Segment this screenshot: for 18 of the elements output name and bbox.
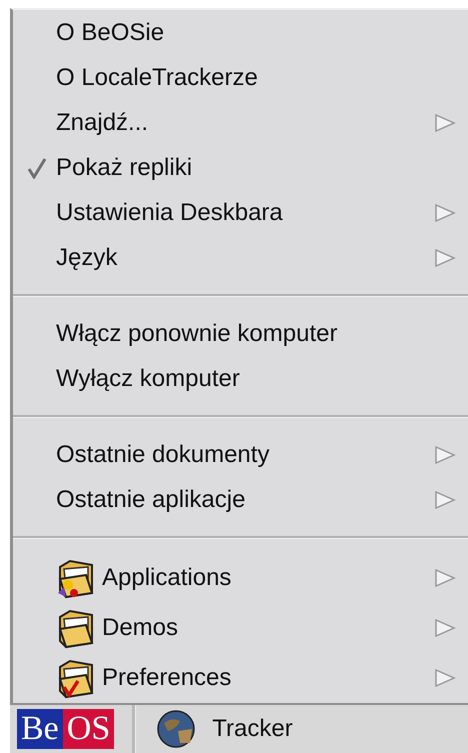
globe-icon [156,709,196,749]
menu-item[interactable]: Znajdź... [56,108,148,136]
folder-icon [56,557,96,599]
menu-item[interactable]: O LocaleTrackerze [56,64,258,92]
menu-item[interactable]: Ostatnie aplikacje [56,486,246,514]
folder-icon [56,657,96,699]
tracker-taskbar-item[interactable]: Tracker [212,715,293,743]
menu-item[interactable]: Wyłącz komputer [56,364,240,392]
menu-item[interactable]: Ustawienia Deskbara [56,198,283,226]
menu-item[interactable]: O BeOSie [56,18,164,46]
folder-icon [56,607,96,649]
menu-item[interactable]: Pokaż repliki [56,154,192,182]
menu-item[interactable]: Ostatnie dokumenty [56,440,270,468]
folder-menu-item[interactable]: Demos [102,614,178,642]
folder-menu-item[interactable]: Applications [102,564,232,592]
menu-item[interactable]: Język [56,244,118,272]
menu-item[interactable]: Włącz ponownie komputer [56,320,338,348]
folder-menu-item[interactable]: Preferences [102,664,232,692]
